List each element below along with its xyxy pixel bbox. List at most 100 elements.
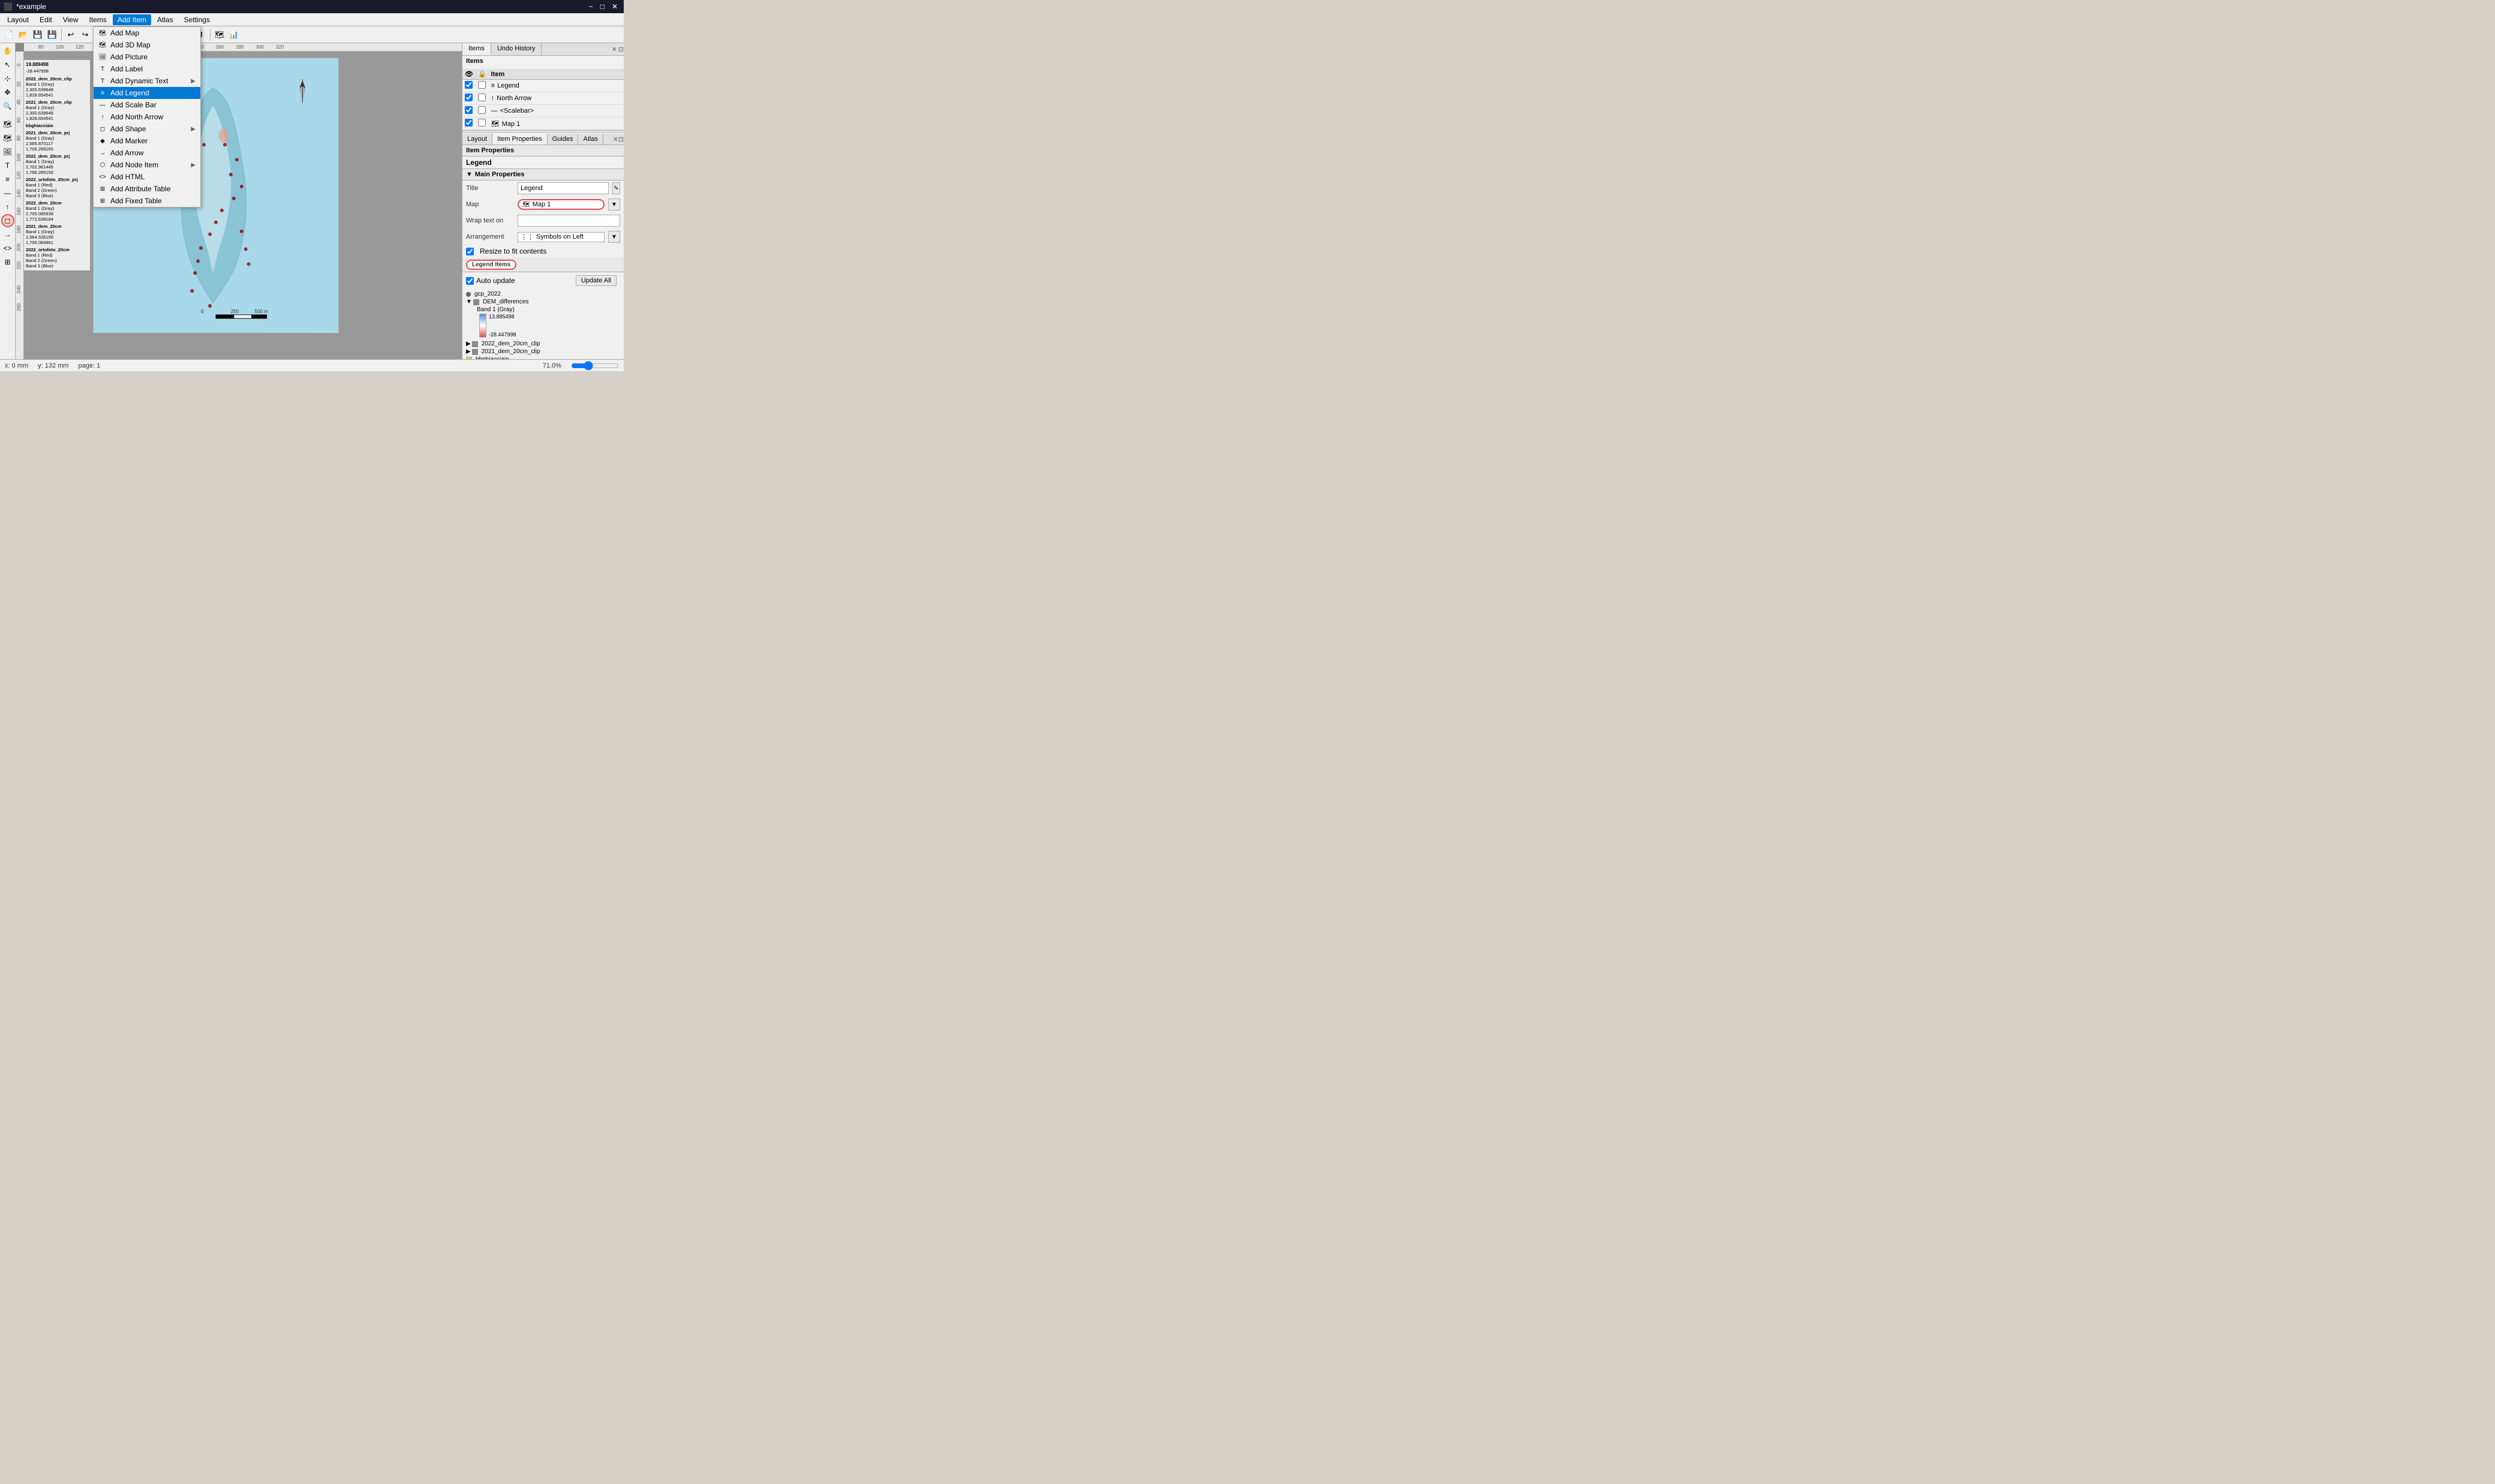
arrangement-label: Arrangement bbox=[466, 233, 514, 240]
add-map-tool[interactable]: 🗺 bbox=[1, 118, 14, 131]
add-table-tool[interactable]: ⊞ bbox=[1, 255, 14, 269]
menu-add-html[interactable]: <> Add HTML bbox=[94, 171, 200, 183]
props-float-btn[interactable]: ⊡ bbox=[618, 134, 624, 145]
add-shape-tool[interactable]: ◻ bbox=[1, 214, 14, 227]
map-selector[interactable]: 🗺 Map 1 bbox=[518, 199, 605, 210]
menu-add-3dmap[interactable]: 🗺 Add 3D Map bbox=[94, 39, 200, 51]
open-btn[interactable]: 📂 bbox=[17, 28, 30, 41]
props-close-btn[interactable]: ✕ bbox=[613, 134, 618, 145]
add-arrow-label: Add Arrow bbox=[110, 149, 143, 157]
title-input[interactable] bbox=[518, 182, 609, 194]
tab-atlas[interactable]: Atlas bbox=[578, 134, 603, 145]
window-title: *example bbox=[16, 2, 46, 11]
col-lock: 🔒 bbox=[476, 69, 489, 80]
maximize-button[interactable]: □ bbox=[598, 2, 607, 11]
main-properties-header[interactable]: ▼ Main Properties bbox=[462, 169, 624, 180]
minimize-button[interactable]: − bbox=[587, 2, 596, 11]
close-button[interactable]: ✕ bbox=[609, 2, 620, 11]
panel-float-btn[interactable]: ⊡ bbox=[618, 43, 624, 55]
table-row[interactable]: 🗺Map 1 bbox=[462, 118, 624, 130]
menu-add-marker[interactable]: ◆ Add Marker bbox=[94, 135, 200, 147]
tab-layout[interactable]: Layout bbox=[462, 134, 492, 145]
map-dropdown-btn[interactable]: ▼ bbox=[608, 198, 620, 210]
menu-atlas[interactable]: Atlas bbox=[152, 14, 178, 25]
add-scale-bar-label: Add Scale Bar bbox=[110, 101, 157, 109]
resize-checkbox[interactable] bbox=[466, 248, 474, 255]
move-tool[interactable]: ✥ bbox=[1, 86, 14, 99]
tab-item-properties[interactable]: Item Properties bbox=[492, 134, 548, 145]
dem-label: DEM_differences bbox=[483, 299, 529, 305]
menu-view[interactable]: View bbox=[58, 14, 83, 25]
update-all-button[interactable]: Update All bbox=[576, 275, 617, 286]
map-value: Map 1 bbox=[533, 201, 551, 208]
legend-tree-item-2021clip[interactable]: ▶ 2021_dem_20cm_clip bbox=[465, 348, 621, 356]
redo-btn[interactable]: ↪ bbox=[79, 28, 92, 41]
add-scalebar-tool[interactable]: — bbox=[1, 186, 14, 200]
table-row[interactable]: ↑North Arrow bbox=[462, 92, 624, 105]
ruler-horizontal: 80 100 120 140 160 180 200 220 240 260 2… bbox=[24, 43, 462, 52]
ruler-vertical: 0 20 40 60 80 100 120 140 160 180 200 22… bbox=[16, 52, 24, 359]
title-bar-controls[interactable]: − □ ✕ bbox=[587, 2, 620, 11]
table-row[interactable]: ≡Legend bbox=[462, 80, 624, 92]
pan-tool[interactable]: ✋ bbox=[1, 44, 14, 58]
menu-add-arrow[interactable]: → Add Arrow bbox=[94, 147, 200, 159]
visible-check[interactable] bbox=[462, 105, 476, 118]
lock-check[interactable] bbox=[476, 80, 489, 92]
menu-add-picture[interactable]: 🖼 Add Picture bbox=[94, 51, 200, 63]
save-as-btn[interactable]: 💾 bbox=[46, 28, 59, 41]
menu-add-dynamic-text[interactable]: T Add Dynamic Text ▶ bbox=[94, 75, 200, 87]
menu-add-shape[interactable]: ◻ Add Shape ▶ bbox=[94, 123, 200, 135]
arrangement-dropdown-btn[interactable]: ▼ bbox=[608, 231, 620, 243]
menu-add-scale-bar[interactable]: — Add Scale Bar bbox=[94, 99, 200, 111]
add-html-tool[interactable]: <> bbox=[1, 242, 14, 255]
lock-check[interactable] bbox=[476, 105, 489, 118]
table-row[interactable]: —<Scalebar> bbox=[462, 105, 624, 118]
visible-check[interactable] bbox=[462, 92, 476, 105]
panel-close-btn[interactable]: ✕ bbox=[612, 43, 617, 55]
menu-edit[interactable]: Edit bbox=[35, 14, 57, 25]
add-arrow-tool[interactable]: → bbox=[1, 228, 14, 241]
menu-add-item[interactable]: Add Item bbox=[113, 14, 151, 25]
add-3dmap-tool[interactable]: 🗺 bbox=[1, 131, 14, 145]
legend-tree-item-bbg[interactable]: bbghiacciaio bbox=[465, 356, 621, 359]
tab-undo-history[interactable]: Undo History bbox=[491, 43, 542, 55]
select-tool[interactable]: ↖ bbox=[1, 58, 14, 71]
atlas2-btn[interactable]: 📊 bbox=[227, 28, 241, 41]
tab-guides[interactable]: Guides bbox=[548, 134, 579, 145]
menu-add-fixed-table[interactable]: ⊞ Add Fixed Table bbox=[94, 195, 200, 207]
menu-layout[interactable]: Layout bbox=[2, 14, 34, 25]
tab-items[interactable]: Items bbox=[462, 43, 491, 55]
title-edit-btn[interactable]: ✎ bbox=[612, 182, 620, 194]
dem-max-value: 13.885498 bbox=[489, 314, 516, 320]
lock-check[interactable] bbox=[476, 92, 489, 105]
lock-check[interactable] bbox=[476, 118, 489, 130]
add-legend-tool[interactable]: ≡ bbox=[1, 173, 14, 186]
zoom-slider[interactable] bbox=[571, 361, 619, 371]
menu-add-legend[interactable]: ≡ Add Legend bbox=[94, 87, 200, 99]
undo-btn[interactable]: ↩ bbox=[64, 28, 77, 41]
legend-tree-item-2022clip[interactable]: ▶ 2022_dem_20cm_clip bbox=[465, 340, 621, 348]
save-btn[interactable]: 💾 bbox=[31, 28, 44, 41]
add-label-tool[interactable]: T bbox=[1, 159, 14, 172]
visible-check[interactable] bbox=[462, 118, 476, 130]
menu-add-node-item[interactable]: ⬡ Add Node Item ▶ bbox=[94, 159, 200, 171]
menu-add-map[interactable]: 🗺 Add Map bbox=[94, 27, 200, 39]
zoom-tool[interactable]: 🔍 bbox=[1, 100, 14, 113]
arrangement-select[interactable]: ⋮⋮ Symbols on Left bbox=[518, 232, 605, 242]
add-north-tool[interactable]: ↑ bbox=[1, 200, 14, 213]
wrap-input[interactable] bbox=[518, 215, 620, 227]
edit-nodes-tool[interactable]: ⊹ bbox=[1, 72, 14, 85]
legend-tree-item-gcp[interactable]: gcp_2022 bbox=[465, 290, 621, 298]
bbg-label: bbghiacciaio bbox=[476, 356, 509, 359]
menu-add-label[interactable]: T Add Label bbox=[94, 63, 200, 75]
add-image-tool[interactable]: 🖼 bbox=[1, 145, 14, 158]
menu-add-north-arrow[interactable]: ↑ Add North Arrow bbox=[94, 111, 200, 123]
atlas-btn[interactable]: 🗺 bbox=[213, 28, 226, 41]
legend-tree-item-dem[interactable]: ▼ DEM_differences bbox=[465, 298, 621, 306]
menu-items[interactable]: Items bbox=[85, 14, 112, 25]
new-btn[interactable]: 📄 bbox=[2, 28, 16, 41]
menu-settings[interactable]: Settings bbox=[179, 14, 215, 25]
auto-update-checkbox[interactable] bbox=[466, 277, 474, 285]
visible-check[interactable] bbox=[462, 80, 476, 92]
menu-add-attribute-table[interactable]: ⊞ Add Attribute Table bbox=[94, 183, 200, 195]
